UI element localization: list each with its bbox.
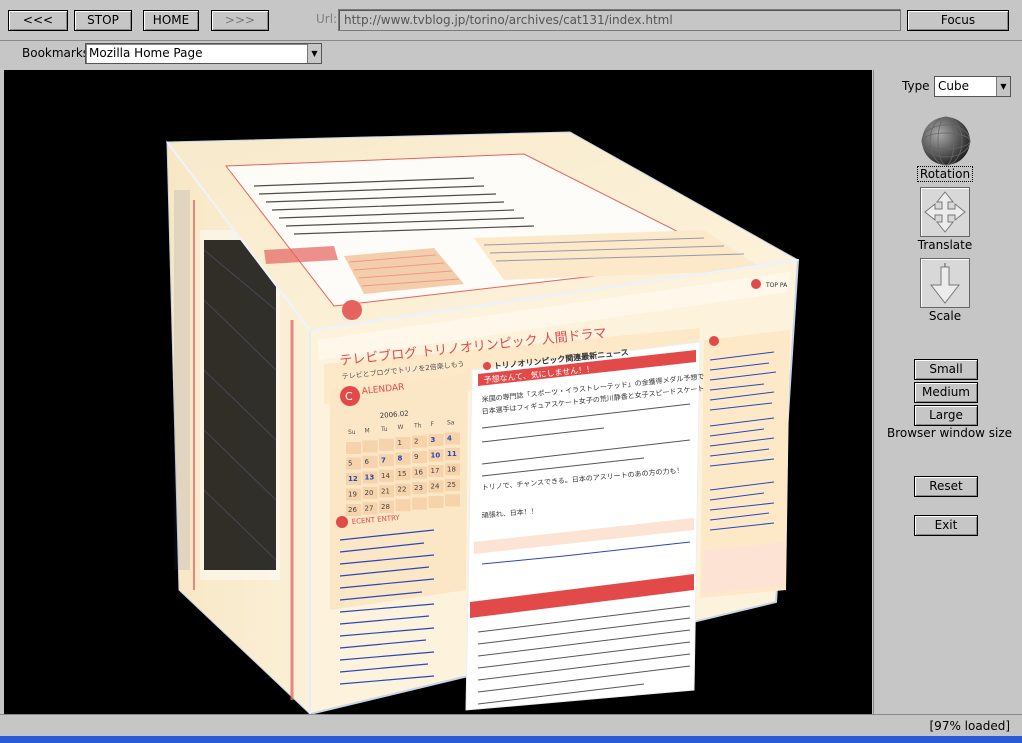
size-medium-button[interactable]: Medium	[914, 382, 978, 403]
bookmarks-select[interactable]: Mozilla Home Page ▼	[85, 43, 322, 64]
calendar-date: 26	[348, 506, 357, 514]
calendar-cell	[428, 496, 444, 508]
calendar-date[interactable]: 4	[447, 434, 452, 442]
calendar-cell	[412, 497, 427, 510]
calendar-day-header: Th	[413, 423, 422, 430]
chevron-down-icon[interactable]: ▼	[996, 77, 1010, 96]
status-text: [97% loaded]	[929, 719, 1011, 733]
cube-viewport[interactable]: TOP PA テレビブログ トリノオリンピック 人間ドラマ テレビとブログでトリ…	[4, 70, 872, 714]
chevron-down-icon[interactable]: ▼	[307, 44, 321, 63]
calendar-cell	[346, 442, 361, 454]
scale-label: Scale	[928, 309, 962, 323]
calendar-date: 25	[447, 481, 456, 489]
calendar-date[interactable]: 13	[365, 473, 375, 481]
home-button[interactable]: HOME	[143, 10, 199, 31]
size-small-button[interactable]: Small	[914, 359, 978, 380]
calendar-date[interactable]: 10	[431, 452, 441, 460]
calendar-day-header: Su	[348, 429, 356, 436]
cube-render[interactable]: TOP PA テレビブログ トリノオリンピック 人間ドラマ テレビとブログでトリ…	[4, 70, 872, 714]
type-selected: Cube	[938, 79, 969, 93]
status-bar: [97% loaded]	[0, 714, 1022, 737]
rotation-label: Rotation	[905, 166, 985, 182]
url-label: Url:	[316, 12, 338, 26]
back-button[interactable]: <<<	[8, 10, 68, 31]
calendar-date: 9	[414, 453, 418, 461]
calendar-date: 20	[365, 489, 374, 497]
exit-button[interactable]: Exit	[914, 515, 978, 536]
calendar-date: 19	[348, 491, 357, 499]
type-label: Type	[902, 79, 930, 93]
focus-button[interactable]: Focus	[907, 10, 1009, 31]
url-field[interactable]: http://www.tvblog.jp/torino/archives/cat…	[338, 9, 901, 31]
calendar-cell	[362, 440, 378, 453]
calendar-date[interactable]: 3	[431, 436, 436, 444]
calendar-day-header: F	[431, 421, 435, 428]
move-arrows-icon	[924, 191, 966, 233]
calendar-c-icon: C	[345, 390, 353, 403]
scale-arrow-icon	[929, 263, 961, 304]
scale-tool[interactable]	[920, 258, 970, 308]
calendar-date: 28	[381, 503, 390, 511]
calendar-day-header: W	[398, 424, 404, 431]
calendar-cell	[395, 499, 411, 512]
reset-button[interactable]: Reset	[914, 476, 978, 497]
stop-button[interactable]: STOP	[74, 10, 132, 31]
rotation-tool[interactable]	[920, 115, 972, 167]
calendar-cell	[379, 438, 394, 451]
translate-tool[interactable]	[920, 187, 970, 237]
size-large-button[interactable]: Large	[914, 405, 978, 426]
calendar-date: 15	[398, 470, 407, 478]
calendar-date: 18	[447, 465, 456, 473]
calendar-date: 5	[348, 460, 352, 468]
calendar-date: 23	[414, 484, 423, 492]
bookmarks-label: Bookmarks	[22, 46, 90, 60]
top-page-link: TOP PA	[765, 282, 788, 289]
calendar-date: 24	[431, 483, 440, 491]
calendar-date: 14	[381, 472, 390, 480]
calendar-date: 16	[414, 469, 423, 477]
calendar-date: 22	[398, 486, 407, 494]
calendar-date: 27	[365, 504, 374, 512]
browser-size-caption: Browser window size	[887, 426, 1013, 440]
calendar-date: 17	[431, 467, 440, 475]
calendar-date[interactable]: 12	[348, 475, 358, 483]
calendar-date: 21	[381, 487, 390, 495]
calendar-day-header: Sa	[447, 419, 455, 426]
type-select[interactable]: Cube ▼	[934, 76, 1011, 97]
forward-button[interactable]: >>>	[211, 10, 269, 31]
calendar-date[interactable]: 7	[381, 456, 386, 464]
translate-label: Translate	[917, 238, 973, 252]
calendar-date[interactable]: 8	[398, 455, 403, 463]
calendar-day-header: M	[365, 427, 370, 434]
calendar-date[interactable]: 11	[447, 450, 457, 458]
calendar-date: 2	[414, 438, 418, 446]
taskbar	[0, 736, 1022, 743]
globe-icon	[921, 116, 971, 166]
calendar-date: 6	[365, 458, 370, 466]
calendar-day-header: Tu	[380, 426, 388, 433]
calendar-date: 1	[398, 439, 402, 447]
calendar-cell	[445, 494, 460, 507]
bookmarks-selected: Mozilla Home Page	[89, 46, 203, 60]
